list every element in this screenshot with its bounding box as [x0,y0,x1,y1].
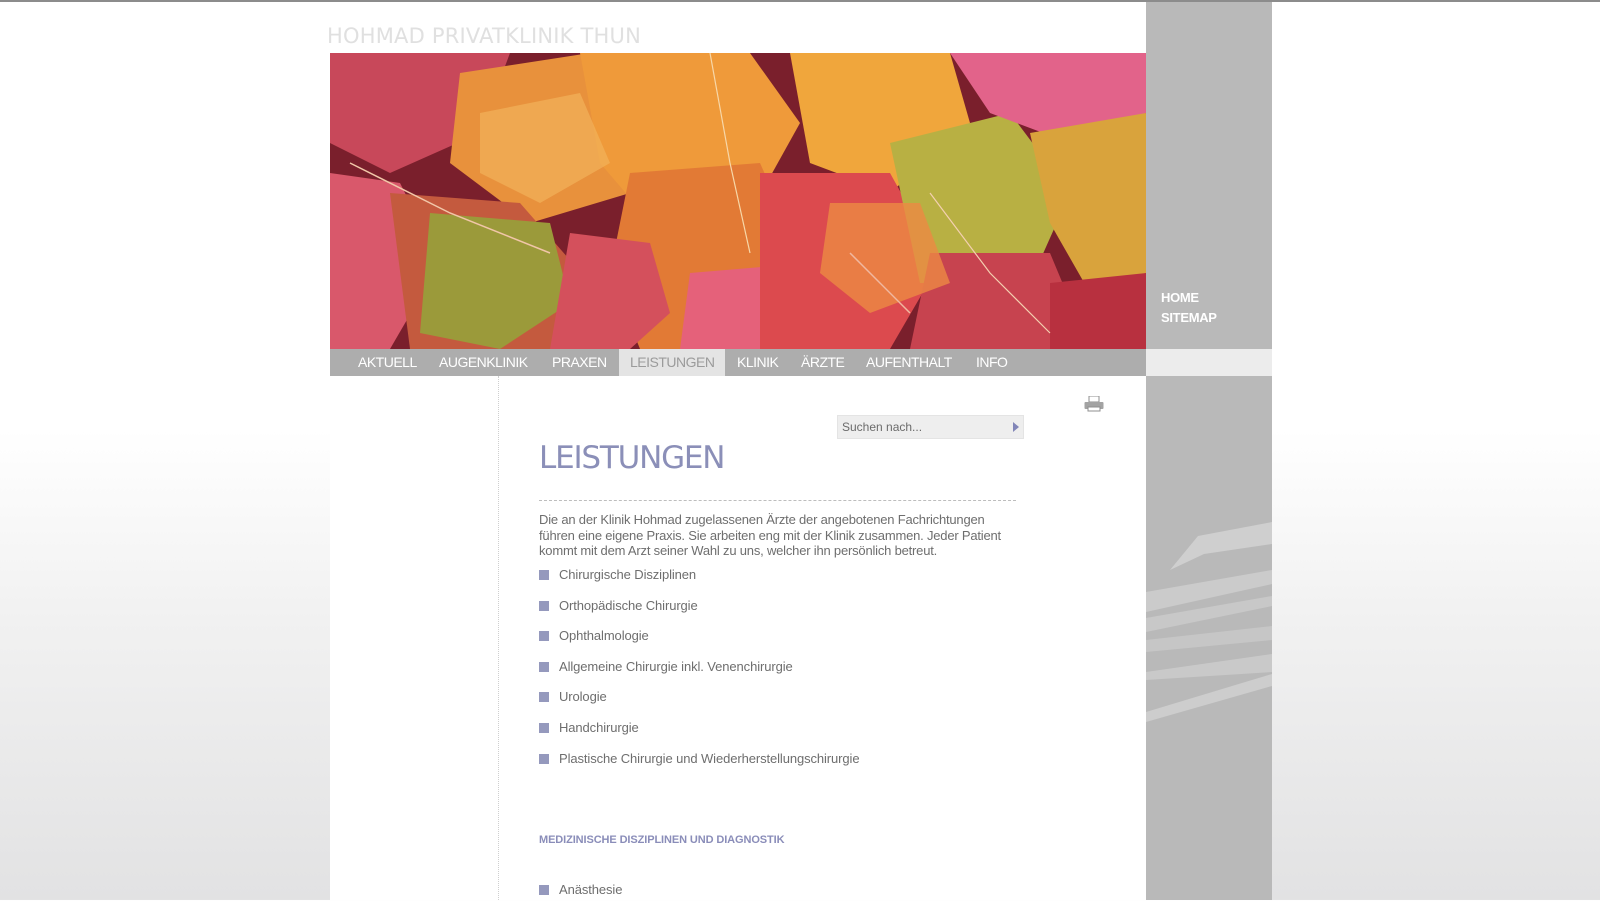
service-label: Chirurgische Disziplinen [559,567,697,582]
dashed-divider [539,500,1016,501]
hero-image-autumn-leaves [330,53,1146,349]
service-label: Orthopädische Chirurgie [559,597,698,613]
square-bullet-icon [539,753,549,764]
list-item[interactable]: Handchirurgie [539,720,859,751]
intro-paragraph: Die an der Klinik Hohmad zugelassenen Är… [539,512,1001,558]
home-link[interactable]: HOME [1161,288,1217,308]
square-bullet-icon [539,631,549,642]
list-item[interactable]: Ophthalmologie [539,628,859,659]
service-label: Anästhesie [559,882,623,897]
nav-item-aufenthalt[interactable]: AUFENTHALT [866,349,952,376]
services-list: Chirurgische Disziplinen Orthopädische C… [539,567,860,782]
square-bullet-icon [539,600,549,611]
search-input[interactable] [838,416,1004,438]
service-label: Ophthalmologie [559,628,649,644]
square-bullet-icon [539,885,549,895]
site-title[interactable]: HOHMAD PRIVATKLINIK THUN [327,24,641,48]
page-title: LEISTUNGEN [539,440,725,476]
service-label: Allgemeine Chirurgie inkl. Venenchirurgi… [559,658,793,674]
list-item[interactable]: Chirurgische Disziplinen [539,567,859,598]
nav-item-aerzte[interactable]: ÄRZTE [801,349,845,376]
list-item[interactable]: Allgemeine Chirurgie inkl. Venenchirurgi… [539,659,859,690]
printer-icon[interactable] [1084,396,1104,412]
nav-item-klinik[interactable]: KLINIK [737,349,779,376]
column-divider [498,376,499,900]
list-item[interactable]: Anästhesie [539,882,622,913]
square-bullet-icon [539,570,549,580]
service-label: Urologie [559,689,607,705]
nav-item-praxen[interactable]: PRAXEN [552,349,607,376]
nav-item-augenklinik[interactable]: AUGENKLINIK [439,349,528,376]
right-sidebar: HOME SITEMAP [1146,2,1272,900]
list-item[interactable]: Orthopädische Chirurgie [539,598,859,629]
service-label: Handchirurgie [559,719,639,735]
service-label: Plastische Chirurgie und Wiederherstellu… [559,750,860,766]
square-bullet-icon [539,692,549,703]
diagnostics-list: Anästhesie [539,882,622,913]
nav-item-leistungen[interactable]: LEISTUNGEN [619,349,726,376]
sidebar-nav-band [1146,349,1272,376]
main-nav: AKTUELL AUGENKLINIK PRAXEN LEISTUNGEN KL… [330,349,1146,376]
square-bullet-icon [539,661,549,672]
page-wrapper: HOHMAD PRIVATKLINIK THUN AKTUELL AUGENKL… [327,2,1273,900]
section-heading-diagnostics: MEDIZINISCHE DISZIPLINEN UND DIAGNOSTIK [539,834,785,846]
square-bullet-icon [539,722,549,733]
decorative-swoosh [1146,522,1272,722]
main-column: HOHMAD PRIVATKLINIK THUN AKTUELL AUGENKL… [327,2,1146,900]
nav-item-aktuell[interactable]: AKTUELL [358,349,417,376]
side-nav: HOME SITEMAP [1161,288,1217,328]
arrow-right-icon[interactable] [1013,422,1019,432]
sitemap-link[interactable]: SITEMAP [1161,308,1217,328]
list-item[interactable]: Plastische Chirurgie und Wiederherstellu… [539,750,860,782]
nav-item-info[interactable]: INFO [976,349,1008,376]
search-box [837,415,1024,439]
list-item[interactable]: Urologie [539,689,859,720]
